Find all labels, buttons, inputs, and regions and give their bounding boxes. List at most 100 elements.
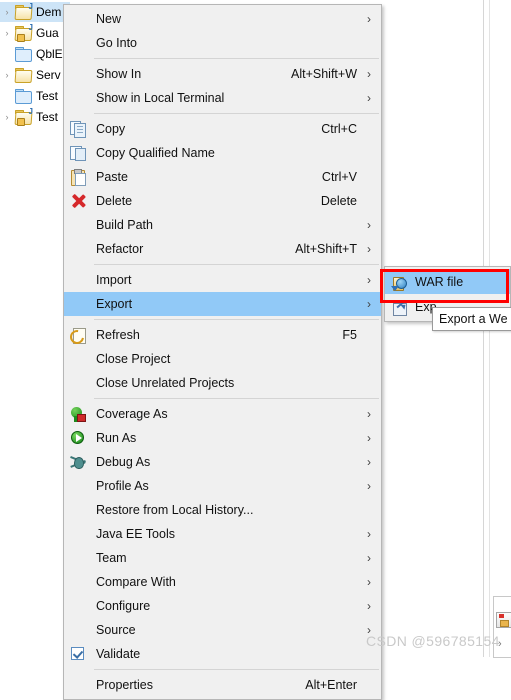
menu-item-label: New — [96, 12, 122, 26]
menu-icon-slot — [64, 674, 92, 696]
menu-item-label: Show In — [96, 67, 142, 81]
menu-icon-slot — [64, 238, 92, 260]
menu-icon-slot — [64, 619, 92, 641]
menu-separator — [94, 319, 379, 320]
expand-arrow-icon[interactable]: › — [0, 28, 14, 38]
submenu-arrow-icon: › — [367, 527, 371, 541]
menu-item-label: Paste — [96, 170, 128, 184]
menu-icon-slot — [64, 63, 92, 85]
menu-icon-slot — [64, 8, 92, 30]
menu-item-label: Source — [96, 623, 136, 637]
menu-item-properties[interactable]: Properties Alt+Enter — [64, 673, 381, 697]
menu-item-debug-as[interactable]: Debug As › — [64, 450, 381, 474]
menu-icon-slot — [64, 293, 92, 315]
menu-item-label: Close Unrelated Projects — [96, 376, 235, 390]
menu-icon-slot — [64, 372, 92, 394]
menu-item-refresh[interactable]: Refresh F5 — [64, 323, 381, 347]
menu-item-copy[interactable]: Copy Ctrl+C — [64, 117, 381, 141]
lock-decoration-icon — [17, 118, 25, 126]
menu-item-paste[interactable]: Paste Ctrl+V — [64, 165, 381, 189]
submenu-arrow-icon: › — [367, 273, 371, 287]
menu-item-copy-qualified-name[interactable]: Copy Qualified Name — [64, 141, 381, 165]
menu-item-validate[interactable]: Validate — [64, 642, 381, 666]
menu-separator — [94, 113, 379, 114]
menu-item-close-unrelated-projects[interactable]: Close Unrelated Projects — [64, 371, 381, 395]
debug-icon — [64, 451, 92, 473]
tree-item-label: Dem — [35, 5, 62, 19]
menu-separator — [94, 398, 379, 399]
menu-item-delete[interactable]: Delete Delete — [64, 189, 381, 213]
menu-item-label: Properties — [96, 678, 153, 692]
submenu-arrow-icon: › — [367, 479, 371, 493]
tooltip: Export a We — [432, 307, 511, 331]
submenu-item-war-file[interactable]: WAR file — [385, 269, 510, 294]
lock-decoration-icon — [17, 34, 25, 42]
menu-item-configure[interactable]: Configure › — [64, 594, 381, 618]
submenu-arrow-icon: › — [367, 12, 371, 26]
expand-arrow-icon[interactable]: › — [0, 7, 14, 17]
menu-item-label: Debug As — [96, 455, 151, 469]
menu-item-source[interactable]: Source › — [64, 618, 381, 642]
tree-item[interactable]: Test — [0, 86, 58, 106]
menu-item-profile-as[interactable]: Profile As › — [64, 474, 381, 498]
menu-item-shortcut: Alt+Shift+W — [291, 67, 357, 81]
java-project-folder-icon: J — [14, 108, 33, 126]
tree-item[interactable]: › J Test — [0, 107, 58, 127]
menu-item-team[interactable]: Team › — [64, 546, 381, 570]
menu-item-import[interactable]: Import › — [64, 268, 381, 292]
menu-item-coverage-as[interactable]: Coverage As › — [64, 402, 381, 426]
menu-item-shortcut: Ctrl+C — [321, 122, 357, 136]
menu-item-java-ee-tools[interactable]: Java EE Tools › — [64, 522, 381, 546]
menu-item-go-into[interactable]: Go Into — [64, 31, 381, 55]
project-context-menu[interactable]: New › Go Into Show In Alt+Shift+W › Show in Lo… — [63, 4, 382, 700]
menu-item-shortcut: Ctrl+V — [321, 170, 357, 184]
menu-item-build-path[interactable]: Build Path › — [64, 213, 381, 237]
menu-item-close-project[interactable]: Close Project — [64, 347, 381, 371]
tree-item[interactable]: QblE — [0, 44, 63, 64]
palette-icon[interactable] — [496, 612, 511, 628]
delete-icon — [64, 190, 92, 212]
tree-item[interactable]: › J Dem — [0, 2, 70, 22]
menu-item-show-in-local-terminal[interactable]: Show in Local Terminal › — [64, 86, 381, 110]
menu-item-show-in[interactable]: Show In Alt+Shift+W › — [64, 62, 381, 86]
menu-item-export[interactable]: Export › — [64, 292, 381, 316]
submenu-arrow-icon: › — [367, 551, 371, 565]
menu-item-label: Build Path — [96, 218, 153, 232]
copy-qualified-icon — [64, 142, 92, 164]
menu-item-run-as[interactable]: Run As › — [64, 426, 381, 450]
menu-item-restore-from-local-history[interactable]: Restore from Local History... — [64, 498, 381, 522]
submenu-item-label: WAR file — [415, 274, 464, 289]
tree-item[interactable]: › Serv — [0, 65, 61, 85]
submenu-arrow-icon: › — [367, 242, 371, 256]
menu-item-label: Copy Qualified Name — [96, 146, 215, 160]
submenu-arrow-icon: › — [367, 455, 371, 469]
menu-icon-slot — [64, 499, 92, 521]
tree-item-label: Serv — [36, 68, 61, 82]
ear-file-icon — [385, 297, 411, 317]
tree-item[interactable]: › J Gua — [0, 23, 59, 43]
menu-item-label: Show in Local Terminal — [96, 91, 225, 105]
menu-item-label: Restore from Local History... — [96, 503, 254, 517]
menu-separator — [94, 669, 379, 670]
menu-separator — [94, 264, 379, 265]
menu-item-new[interactable]: New › — [64, 7, 381, 31]
menu-item-label: Import — [96, 273, 132, 287]
menu-item-label: Team — [96, 551, 127, 565]
submenu-arrow-icon: › — [367, 91, 371, 105]
menu-icon-slot — [64, 595, 92, 617]
submenu-arrow-icon: › — [367, 67, 371, 81]
expand-arrow-icon[interactable]: › — [0, 70, 14, 80]
expand-arrow-icon[interactable]: › — [0, 112, 14, 122]
java-decoration-icon: J — [28, 23, 33, 32]
menu-item-label: Compare With — [96, 575, 176, 589]
refresh-icon — [64, 324, 92, 347]
menu-item-label: Run As — [96, 431, 137, 445]
menu-item-compare-with[interactable]: Compare With › — [64, 570, 381, 594]
menu-icon-slot — [64, 571, 92, 593]
checkbox-checked-icon — [64, 643, 92, 665]
menu-item-shortcut: Alt+Shift+T — [295, 242, 357, 256]
menu-item-refactor[interactable]: Refactor Alt+Shift+T › — [64, 237, 381, 261]
tree-item-label: Gua — [36, 26, 59, 40]
menu-icon-slot — [64, 475, 92, 497]
menu-icon-slot — [64, 269, 92, 291]
